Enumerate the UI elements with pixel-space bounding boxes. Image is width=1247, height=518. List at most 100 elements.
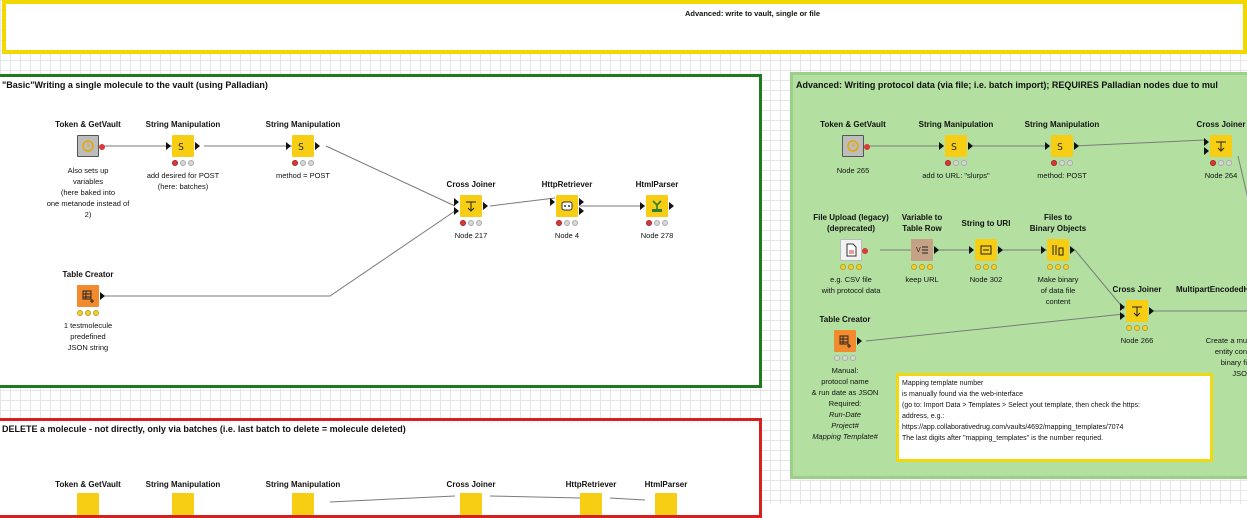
- node-status-lights: [911, 264, 933, 271]
- node-title: Cross Joiner: [446, 480, 496, 489]
- node-del-html-parser[interactable]: HtmlParser: [621, 479, 711, 515]
- svg-text:S: S: [298, 142, 304, 153]
- node-files-to-binary-objects[interactable]: Files to Binary Objects Make binary of d…: [1013, 212, 1103, 307]
- node-annotation: Make binary of data file content: [1037, 275, 1079, 306]
- node-table-creator[interactable]: Table Creator 1 testmolecule predefined …: [43, 269, 133, 353]
- node-del-cross-joiner[interactable]: Cross Joiner: [426, 479, 516, 515]
- node-title: MultipartEncodedH: [1176, 285, 1247, 294]
- node-annotation: Manual: protocol name & run date as JSON…: [811, 366, 879, 408]
- note-line: Mapping template number: [902, 380, 984, 387]
- file-upload-icon: [840, 239, 868, 261]
- node-annotation: Node 278: [640, 231, 674, 240]
- node-title: Table Creator: [819, 315, 871, 324]
- node-title: Cross Joiner: [446, 180, 496, 189]
- node-annotation: Node 217: [454, 231, 488, 240]
- node-status-lights: [1051, 160, 1073, 167]
- node-title: HttpRetriever: [541, 180, 593, 189]
- node-annotation: Node 4: [554, 231, 580, 240]
- node-title: Cross Joiner: [1196, 120, 1246, 129]
- http-retriever-icon: [550, 195, 584, 217]
- node-adv-cross-joiner-1[interactable]: Cross Joiner Node 264: [1176, 119, 1247, 181]
- node-adv-token-getvault[interactable]: Token & GetVault Node 265: [808, 119, 898, 176]
- node-annotation-italic: Run-Date Project# Mapping Template#: [812, 410, 878, 441]
- cross-joiner-icon: [1204, 135, 1232, 157]
- node-title: Table Creator: [62, 270, 114, 279]
- node-annotation: Node 266: [1120, 336, 1154, 345]
- http-retriever-icon: [580, 493, 602, 515]
- svg-text:V: V: [916, 247, 921, 254]
- svg-text:S: S: [1057, 142, 1063, 153]
- node-status-lights: [77, 310, 99, 317]
- node-title: HtmlParser: [635, 180, 679, 189]
- node-annotation: Node 265: [836, 166, 870, 175]
- string-manipulation-icon: [172, 493, 194, 515]
- node-string-manipulation-1[interactable]: String Manipulation S add desired for PO…: [138, 119, 228, 192]
- node-status-lights: [834, 355, 856, 362]
- node-multipart-encoded[interactable]: MultipartEncodedH Create a mu entity con…: [1176, 284, 1247, 379]
- node-status-lights: [975, 264, 997, 271]
- note-line: https://app.collaborativedrug.com/vaults…: [902, 424, 1124, 431]
- note-line: The last digits after "mapping_templates…: [902, 435, 1104, 442]
- node-annotation: method: POST: [1037, 171, 1087, 180]
- node-title: Files to Binary Objects: [1029, 213, 1087, 233]
- node-annotation: Also sets up variables (here baked into …: [46, 166, 130, 219]
- node-html-parser[interactable]: HtmlParser Node 278: [612, 179, 702, 241]
- note-line: is manually found via the web-interface: [902, 391, 1024, 398]
- node-adv-string-manipulation-1[interactable]: String Manipulation S add to URL: "slurp…: [911, 119, 1001, 181]
- html-parser-icon: [640, 195, 674, 217]
- node-del-token-getvault[interactable]: Token & GetVault: [43, 479, 133, 515]
- node-annotation: add to URL: "slurps": [922, 171, 990, 180]
- node-adv-cross-joiner-2[interactable]: Cross Joiner Node 266: [1092, 284, 1182, 346]
- string-manipulation-icon: [292, 493, 314, 515]
- svg-text:S: S: [178, 142, 184, 153]
- cross-joiner-icon: [454, 195, 488, 217]
- table-creator-icon: [77, 285, 105, 307]
- node-title: Token & GetVault: [55, 480, 121, 489]
- node-annotation: method = POST: [276, 171, 330, 180]
- node-status-lights: [1210, 160, 1232, 167]
- note-line: address, e.g.:: [902, 413, 945, 420]
- node-status-lights: [1126, 325, 1148, 332]
- metanode-icon: [77, 135, 105, 157]
- node-title: String Manipulation: [145, 480, 221, 489]
- note-mapping-template[interactable]: Mapping template number is manually foun…: [896, 373, 1213, 462]
- node-title: Token & GetVault: [55, 120, 121, 129]
- cross-joiner-icon: [1120, 300, 1154, 322]
- metanode-icon: [77, 493, 99, 515]
- node-http-retriever[interactable]: HttpRetriever Node 4: [522, 179, 612, 241]
- string-manipulation-icon: S: [286, 135, 320, 157]
- node-cross-joiner[interactable]: Cross Joiner Node 217: [426, 179, 516, 241]
- node-status-lights: [172, 160, 194, 167]
- node-annotation: 1 testmolecule predefined JSON string: [63, 321, 113, 352]
- node-status-lights: [945, 160, 967, 167]
- metanode-icon: [842, 135, 870, 157]
- node-string-manipulation-2[interactable]: String Manipulation S method = POST: [258, 119, 348, 181]
- node-title: Token & GetVault: [820, 120, 886, 129]
- svg-text:S: S: [951, 142, 957, 153]
- node-annotation: Node 264: [1204, 171, 1238, 180]
- html-parser-icon: [655, 493, 677, 515]
- node-title: String Manipulation: [1024, 120, 1100, 129]
- string-manipulation-icon: S: [939, 135, 973, 157]
- node-status-lights: [460, 220, 482, 227]
- node-title: String Manipulation: [918, 120, 994, 129]
- cross-joiner-icon: [460, 493, 482, 515]
- node-adv-string-manipulation-2[interactable]: String Manipulation S method: POST: [1017, 119, 1107, 181]
- string-manipulation-icon: S: [1045, 135, 1079, 157]
- node-title: String Manipulation: [265, 480, 341, 489]
- variable-to-table-row-icon: V: [911, 239, 939, 261]
- node-adv-table-creator[interactable]: Table Creator Manual: protocol name & ru…: [800, 314, 890, 442]
- node-title: Cross Joiner: [1112, 285, 1162, 294]
- node-status-lights: [840, 264, 862, 271]
- node-status-lights: [646, 220, 668, 227]
- string-to-uri-icon: [969, 239, 1003, 261]
- node-status-lights: [1047, 264, 1069, 271]
- string-manipulation-icon: S: [166, 135, 200, 157]
- node-title: HtmlParser: [644, 480, 688, 489]
- node-annotation: add desired for POST (here: batches): [146, 171, 220, 191]
- node-del-string-manipulation-2[interactable]: String Manipulation: [258, 479, 348, 515]
- node-status-lights: [292, 160, 314, 167]
- node-token-getvault[interactable]: Token & GetVault Also sets up variables …: [43, 119, 133, 220]
- files-to-binary-icon: [1041, 239, 1075, 261]
- node-del-string-manipulation-1[interactable]: String Manipulation: [138, 479, 228, 515]
